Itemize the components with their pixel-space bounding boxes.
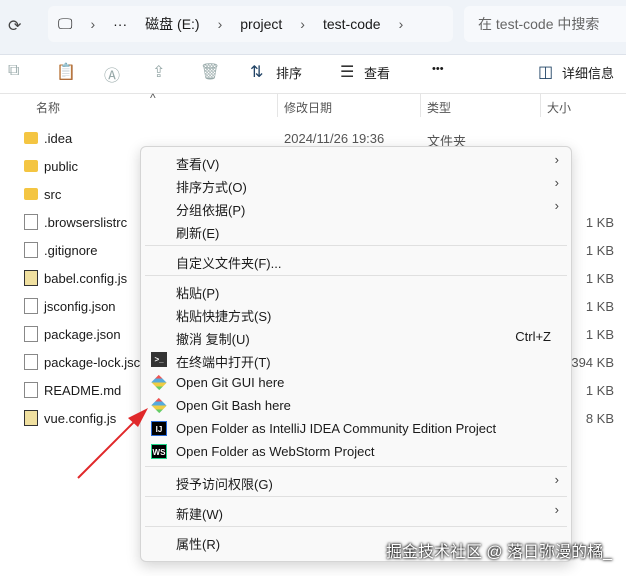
annotation-arrow bbox=[77, 408, 148, 479]
watermark: 掘金技术社区 @ 落日弥漫的橘_ bbox=[385, 544, 612, 561]
